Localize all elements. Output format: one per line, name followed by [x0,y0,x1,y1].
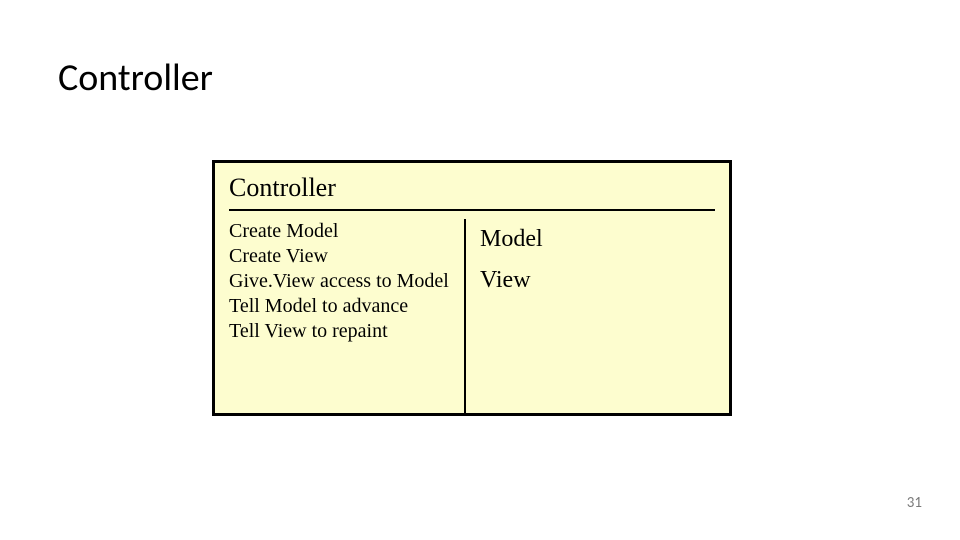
crc-card: Controller Create Model Create View Give… [212,160,732,416]
slide: Controller Controller Create Model Creat… [0,0,960,540]
page-number: 31 [907,494,922,512]
responsibility-item: Tell View to repaint [229,319,452,344]
collaborator-item: Model [480,219,715,260]
card-class-name: Controller [229,173,715,203]
collaborator-item: View [480,260,715,301]
slide-title: Controller [58,55,213,101]
responsibilities-column: Create Model Create View Give.View acces… [229,219,464,414]
card-body: Create Model Create View Give.View acces… [229,219,715,414]
card-divider [229,209,715,211]
responsibility-item: Give.View access to Model [229,269,452,294]
responsibility-item: Create View [229,244,452,269]
responsibility-item: Tell Model to advance [229,294,452,319]
responsibility-item: Create Model [229,219,452,244]
collaborators-column: Model View [466,219,715,414]
